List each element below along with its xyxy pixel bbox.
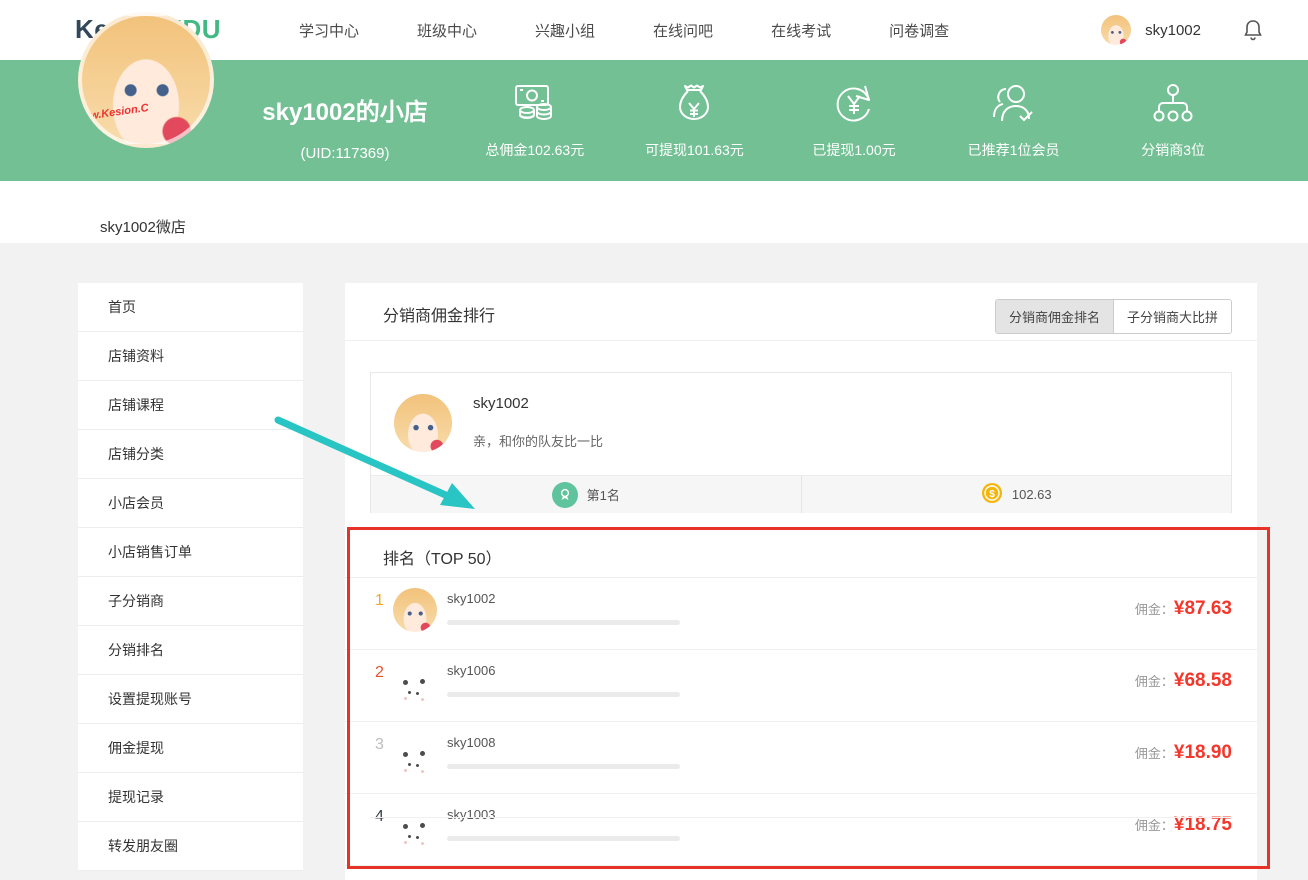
stat-distributors: 分销商3位 bbox=[1093, 60, 1253, 181]
my-rank-label: 第1名 bbox=[587, 485, 620, 504]
ranking-title: 排名（TOP 50） bbox=[383, 545, 502, 569]
next-row-divider bbox=[370, 817, 1232, 818]
tab-distributor-commission-rank[interactable]: 分销商佣金排名 bbox=[996, 300, 1113, 333]
commission-label: 佣金： bbox=[1135, 674, 1174, 689]
my-commission-value: 102.63 bbox=[1012, 487, 1052, 502]
svg-text:$: $ bbox=[989, 489, 995, 500]
shop-uid: (UID:117369) bbox=[235, 145, 455, 162]
shop-owner-avatar: w.Kesion.C bbox=[78, 12, 214, 148]
sidebar-item-commission-withdraw[interactable]: 佣金提现 bbox=[78, 724, 303, 773]
commission-label: 佣金： bbox=[1135, 602, 1174, 617]
ranking-tab-group: 分销商佣金排名 子分销商大比拼 bbox=[995, 299, 1232, 334]
summary-username: sky1002 bbox=[473, 395, 529, 412]
summary-subtitle: 亲，和你的队友比一比 bbox=[473, 431, 603, 450]
withdraw-cycle-icon bbox=[831, 81, 877, 127]
stat-referred-members: 已推荐1位会员 bbox=[934, 60, 1094, 181]
nav-item-survey[interactable]: 问卷调查 bbox=[860, 20, 978, 41]
stat-total-commission: 总佣金102.63元 bbox=[455, 60, 615, 181]
ranking-row: 3 sky1008 佣金：¥18.90 bbox=[345, 722, 1257, 794]
user-avatar[interactable] bbox=[1101, 15, 1131, 45]
commission-bar-track bbox=[447, 692, 680, 697]
distributor-tree-icon bbox=[1150, 81, 1196, 127]
member-name: sky1008 bbox=[447, 735, 495, 750]
money-bag-icon bbox=[671, 81, 717, 127]
main-nav: 学习中心 班级中心 兴趣小组 在线问吧 在线考试 问卷调查 bbox=[270, 0, 978, 60]
commission-label: 佣金： bbox=[1135, 818, 1174, 833]
members-icon bbox=[989, 81, 1039, 127]
stat-withdrawable: 可提现101.63元 bbox=[615, 60, 775, 181]
sidebar-item-withdraw-account[interactable]: 设置提现账号 bbox=[78, 675, 303, 724]
sidebar: 首页 店铺资料 店铺课程 店铺分类 小店会员 小店销售订单 子分销商 分销排名 … bbox=[78, 283, 303, 871]
panel-header: 分销商佣金排行 分销商佣金排名 子分销商大比拼 bbox=[345, 283, 1257, 341]
member-name: sky1002 bbox=[447, 591, 495, 606]
ranking-list: 排名（TOP 50） 1 sky1002 佣金：¥87.63 2 sky1006… bbox=[345, 527, 1257, 866]
sidebar-item-home[interactable]: 首页 bbox=[78, 283, 303, 332]
my-rank-cell: 第1名 bbox=[371, 476, 801, 513]
username-label[interactable]: sky1002 bbox=[1145, 22, 1201, 39]
commission-amount: ¥18.90 bbox=[1174, 742, 1232, 763]
commission-bar-track bbox=[447, 764, 680, 769]
nav-item-learning-center[interactable]: 学习中心 bbox=[270, 20, 388, 41]
shop-strip: sky1002微店 bbox=[0, 181, 1308, 243]
tab-sub-distributor-contest[interactable]: 子分销商大比拼 bbox=[1113, 300, 1231, 333]
sidebar-item-shop-categories[interactable]: 店铺分类 bbox=[78, 430, 303, 479]
stat-label: 已推荐1位会员 bbox=[968, 140, 1060, 160]
commission-bar-track bbox=[447, 836, 680, 841]
medal-icon bbox=[552, 482, 578, 508]
sidebar-item-distribution-ranking[interactable]: 分销排名 bbox=[78, 626, 303, 675]
avatar-watermark: w.Kesion.C bbox=[89, 102, 149, 122]
member-name: sky1006 bbox=[447, 663, 495, 678]
commission-amount: ¥68.58 bbox=[1174, 670, 1232, 691]
nav-item-online-exam[interactable]: 在线考试 bbox=[742, 20, 860, 41]
member-avatar bbox=[393, 588, 437, 632]
ranking-row: 1 sky1002 佣金：¥87.63 bbox=[345, 578, 1257, 650]
commission-label: 佣金： bbox=[1135, 746, 1174, 761]
member-name: sky1003 bbox=[447, 807, 495, 822]
gold-coin-icon: $ bbox=[981, 482, 1003, 507]
nav-item-class-center[interactable]: 班级中心 bbox=[388, 20, 506, 41]
nav-item-interest-groups[interactable]: 兴趣小组 bbox=[506, 20, 624, 41]
my-rank-summary-card: sky1002 亲，和你的队友比一比 第1名 $ 102.63 bbox=[370, 372, 1232, 513]
shop-name-label: sky1002微店 bbox=[100, 216, 186, 237]
rank-number: 1 bbox=[375, 592, 384, 610]
bell-icon[interactable] bbox=[1243, 19, 1263, 41]
sidebar-item-shop-profile[interactable]: 店铺资料 bbox=[78, 332, 303, 381]
stat-label: 总佣金102.63元 bbox=[485, 140, 584, 160]
sidebar-item-withdraw-records[interactable]: 提现记录 bbox=[78, 773, 303, 822]
rank-number: 2 bbox=[375, 664, 384, 682]
sidebar-item-shop-courses[interactable]: 店铺课程 bbox=[78, 381, 303, 430]
ranking-row: 2 sky1006 佣金：¥68.58 bbox=[345, 650, 1257, 722]
commission-ranking-panel: 分销商佣金排行 分销商佣金排名 子分销商大比拼 sky1002 亲，和你的队友比… bbox=[345, 283, 1257, 880]
my-commission-cell: $ 102.63 bbox=[801, 476, 1232, 513]
rank-number: 3 bbox=[375, 736, 384, 754]
stat-withdrawn: 已提现1.00元 bbox=[774, 60, 934, 181]
summary-avatar bbox=[394, 394, 452, 452]
hero-stats: 总佣金102.63元 可提现101.63元 已提现1.00元 bbox=[455, 60, 1253, 181]
navbar-user-area: sky1002 bbox=[1101, 0, 1263, 60]
ranking-row: 4 sky1003 佣金：¥18.75 bbox=[345, 794, 1257, 866]
stat-label: 可提现101.63元 bbox=[645, 140, 744, 160]
nav-item-online-qa[interactable]: 在线问吧 bbox=[624, 20, 742, 41]
sidebar-item-sub-distributors[interactable]: 子分销商 bbox=[78, 577, 303, 626]
sidebar-item-share-moments[interactable]: 转发朋友圈 bbox=[78, 822, 303, 871]
ranking-title-row: 排名（TOP 50） bbox=[345, 527, 1257, 578]
cash-coins-icon bbox=[510, 81, 560, 127]
commission-amount: ¥87.63 bbox=[1174, 598, 1232, 619]
commission-bar-track bbox=[447, 620, 680, 625]
sidebar-item-shop-members[interactable]: 小店会员 bbox=[78, 479, 303, 528]
sidebar-item-sales-orders[interactable]: 小店销售订单 bbox=[78, 528, 303, 577]
stat-label: 已提现1.00元 bbox=[812, 140, 895, 160]
stat-label: 分销商3位 bbox=[1141, 140, 1205, 160]
shop-title: sky1002的小店 bbox=[235, 92, 455, 127]
panel-title: 分销商佣金排行 bbox=[383, 302, 495, 326]
